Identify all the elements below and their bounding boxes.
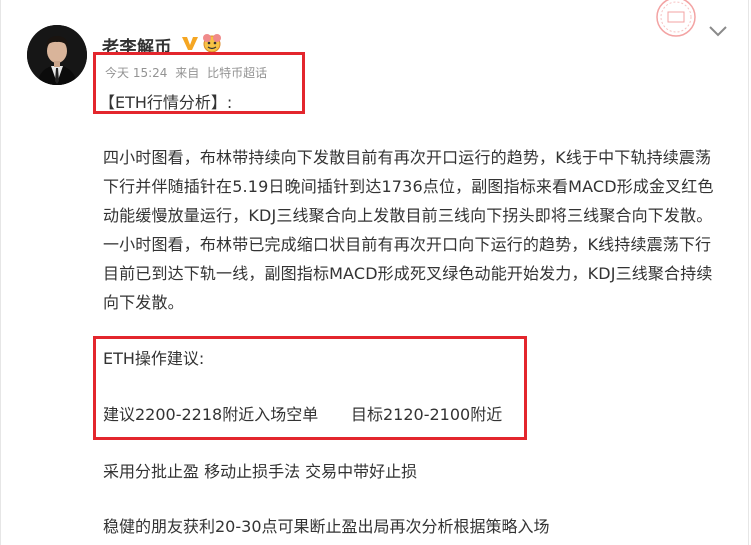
stamp-seal-icon xyxy=(656,0,696,37)
analysis-text: 四小时图看，布林带持续向下发散目前有再次开口运行的趋势，K线于中下轨持续震荡下行… xyxy=(103,148,714,312)
author-avatar[interactable] xyxy=(27,25,87,85)
highlight-box-advice xyxy=(93,336,527,440)
chevron-down-icon[interactable] xyxy=(707,22,729,40)
verified-v-icon[interactable] xyxy=(181,35,199,51)
weibo-post-card: 老李解币 今天 15:24 来自 比特币超话 【ETH行情分析】: 四小时图看，… xyxy=(0,0,749,545)
emoji-badge-icon[interactable] xyxy=(201,33,223,53)
avatar-photo xyxy=(27,25,87,85)
highlight-box-header xyxy=(93,52,305,114)
stop-method-text: 采用分批止盈 移动止损手法 交易中带好止损 xyxy=(103,462,418,481)
steady-note-text: 稳健的朋友获利20-30点可果断止盈出局再次分析根据策略入场 xyxy=(103,517,550,536)
